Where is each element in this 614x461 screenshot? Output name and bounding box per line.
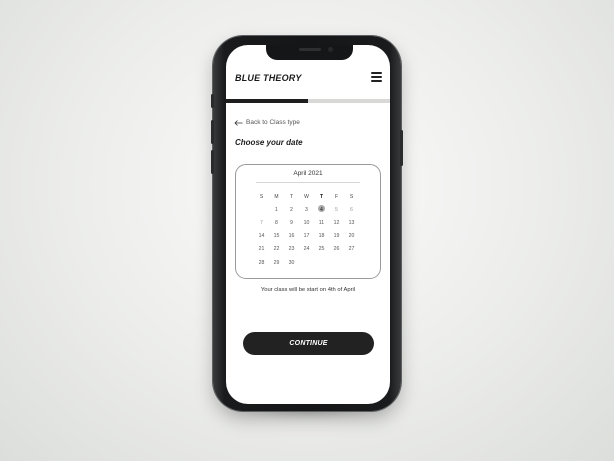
arrow-left-icon: [234, 119, 243, 126]
continue-button[interactable]: CONTINUE: [243, 332, 374, 355]
calendar-day[interactable]: 30: [284, 260, 299, 266]
calendar-day[interactable]: 13: [344, 220, 359, 226]
progress-fill: [226, 99, 308, 103]
progress-bar: [226, 99, 390, 103]
calendar-week-row: 123456: [254, 203, 359, 216]
calendar-month: April 2021: [293, 170, 323, 177]
front-camera: [328, 47, 333, 52]
calendar-day[interactable]: 14: [254, 233, 269, 239]
weekday-label: W: [304, 193, 309, 200]
back-link-label: Back to Class type: [246, 119, 300, 126]
calendar-day[interactable]: 28: [254, 260, 269, 266]
calendar-week-row: 21 22 23 24 25 26 27: [254, 243, 359, 256]
calendar-day[interactable]: 16: [284, 233, 299, 239]
volume-up-button: [211, 120, 214, 144]
calendar-day[interactable]: 2: [284, 207, 299, 213]
calendar-day-selected[interactable]: 4: [314, 204, 329, 213]
calendar-day[interactable]: 19: [329, 233, 344, 239]
weekday-label: F: [334, 193, 339, 200]
calendar-day[interactable]: 3: [299, 207, 314, 213]
calendar-day[interactable]: 26: [329, 246, 344, 252]
calendar-day[interactable]: 17: [299, 233, 314, 239]
class-start-note: Your class will be start on 4th of April: [260, 287, 356, 293]
weekday-label: S: [259, 193, 264, 200]
calendar-day[interactable]: 18: [314, 233, 329, 239]
weekday-label: T: [289, 193, 294, 200]
calendar-divider: [256, 182, 360, 183]
power-button: [400, 130, 403, 166]
volume-down-button: [211, 150, 214, 174]
calendar-day[interactable]: 24: [299, 246, 314, 252]
calendar-day[interactable]: 29: [269, 260, 284, 266]
calendar-day[interactable]: 7: [254, 220, 269, 226]
calendar-day[interactable]: 25: [314, 246, 329, 252]
brand-logo: BLUE THEORY: [235, 73, 302, 83]
calendar-grid: S M T W T F S 1 2 3 4 5 6 7 8 9 10 11 12 13 14 15 16 17 18 19 20 21…: [254, 190, 359, 269]
calendar-day[interactable]: 10: [299, 220, 314, 226]
notch: [266, 45, 353, 60]
calendar-week-row: 28 29 30: [254, 256, 359, 269]
calendar-day[interactable]: 23: [284, 246, 299, 252]
speaker-grille: [299, 48, 321, 51]
calendar-day[interactable]: 1: [269, 207, 284, 213]
weekday-header-row: SMTWTFS: [254, 190, 359, 203]
calendar-day[interactable]: 8: [269, 220, 284, 226]
weekday-label: M: [274, 193, 279, 200]
calendar-day[interactable]: 6: [344, 207, 359, 213]
calendar-day[interactable]: 5: [329, 207, 344, 213]
calendar-day[interactable]: 12: [329, 220, 344, 226]
back-link[interactable]: Back to Class type: [234, 119, 300, 126]
phone-frame: BLUE THEORY Back to Class type Choose yo…: [211, 36, 403, 411]
hamburger-icon[interactable]: [371, 72, 382, 82]
calendar-day[interactable]: 15: [269, 233, 284, 239]
app-screen: BLUE THEORY Back to Class type Choose yo…: [226, 45, 390, 404]
weekday-label: T: [319, 193, 324, 200]
calendar-week-row: 7 8 9 10 11 12 13: [254, 216, 359, 229]
calendar-week-row: 14 15 16 17 18 19 20: [254, 230, 359, 243]
mute-switch: [211, 94, 214, 108]
calendar-day[interactable]: 20: [344, 233, 359, 239]
date-picker: April 2021 S M T W T F S 1 2 3 4 5 6 7 8 9 10 11 12 13 14 15 1…: [235, 164, 381, 279]
weekday-label: S: [349, 193, 354, 200]
calendar-day[interactable]: 27: [344, 246, 359, 252]
calendar-day[interactable]: 9: [284, 220, 299, 226]
page-title: Choose your date: [235, 138, 303, 147]
calendar-day[interactable]: 11: [314, 220, 329, 226]
calendar-day[interactable]: 22: [269, 246, 284, 252]
calendar-day[interactable]: 21: [254, 246, 269, 252]
